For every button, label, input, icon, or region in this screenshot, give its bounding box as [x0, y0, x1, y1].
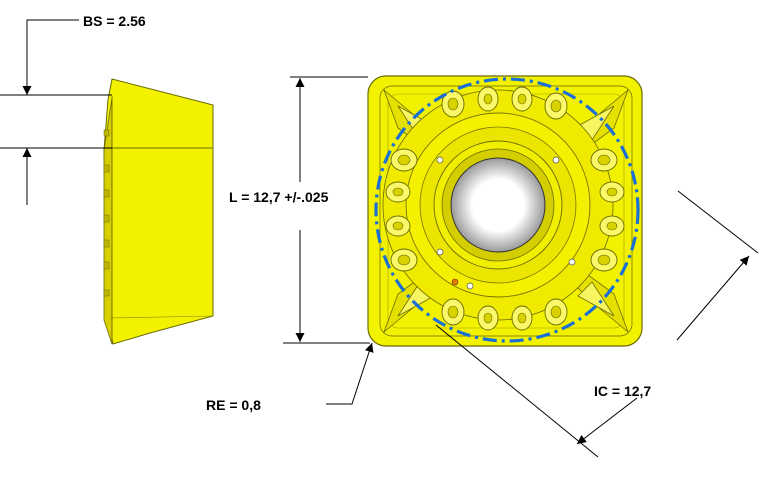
corner-radius-label: RE = 0,8: [206, 397, 261, 413]
length-dimension: [283, 76, 370, 344]
ic-label: IC = 12,7: [594, 383, 652, 399]
bs-label: BS = 2.56: [83, 13, 146, 29]
marker-dot: [451, 278, 459, 286]
insert-drawing: [0, 19, 759, 458]
bs-dimension: [0, 19, 112, 205]
length-label: L = 12,7 +/-.025: [229, 189, 329, 205]
drawing-canvas: BS = 2.56 L = 12,7 +/-.025 RE = 0,8 IC =…: [0, 0, 779, 478]
insert-side-view: [103, 78, 214, 345]
corner-radius-leader: [326, 342, 374, 405]
insert-top-view: [367, 75, 643, 347]
